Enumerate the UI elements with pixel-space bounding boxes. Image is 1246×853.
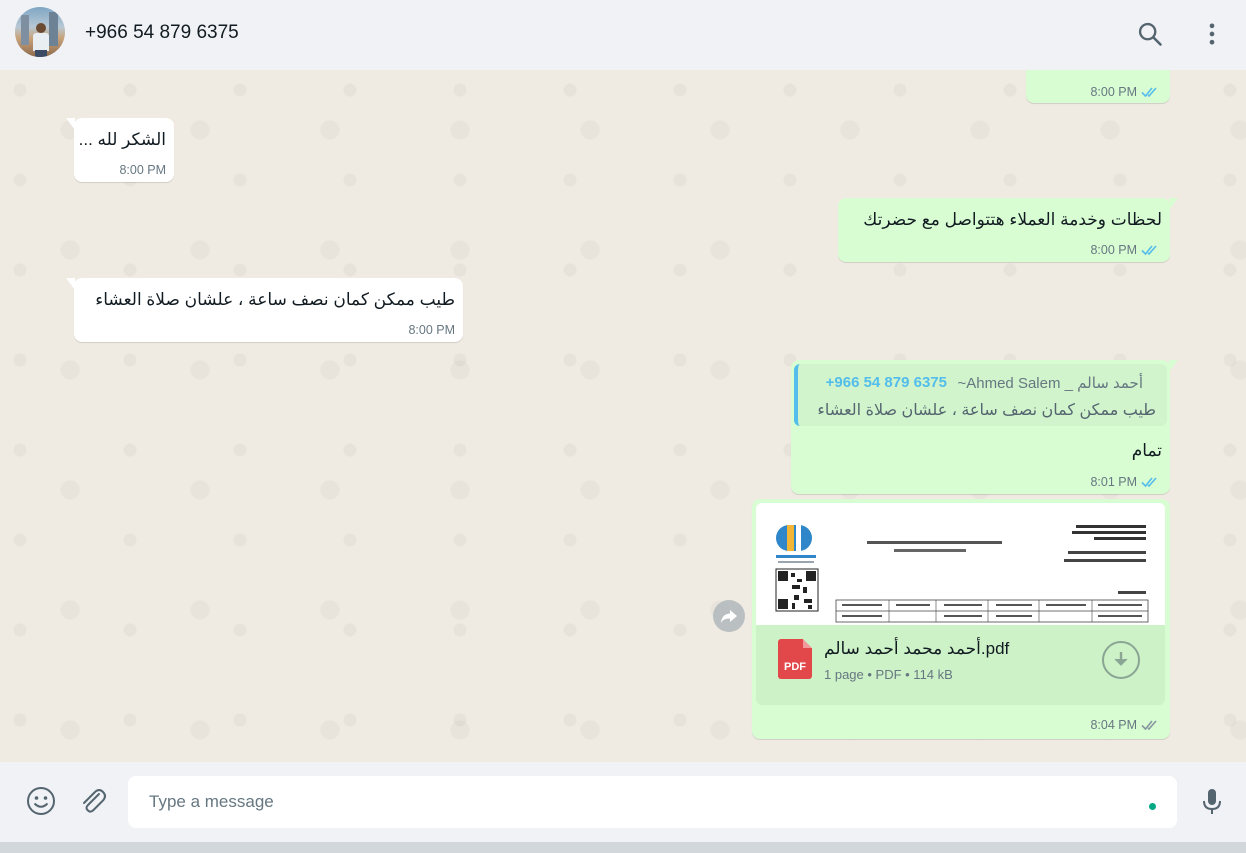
message-text: الشكر لله ... — [78, 130, 166, 149]
pdf-file-icon: PDF — [778, 639, 812, 679]
document-name: أحمد محمد أحمد سالم.pdf — [824, 639, 1010, 658]
download-icon — [1114, 652, 1128, 666]
contact-name[interactable]: +966 54 879 6375 — [85, 22, 239, 44]
contact-avatar[interactable] — [15, 7, 65, 57]
microphone-icon[interactable] — [1196, 785, 1228, 817]
download-button[interactable] — [1102, 641, 1140, 679]
message-time: 8:00 PM — [408, 323, 455, 337]
quote-phone: +966 54 879 6375 — [825, 374, 947, 391]
message-bubble-incoming[interactable]: طيب ممكن كمان نصف ساعة ، علشان صلاة العش… — [66, 278, 463, 342]
document-preview-image — [756, 503, 1165, 625]
message-bubble-incoming[interactable]: الشكر لله ... 8:00 PM — [66, 118, 174, 182]
read-ticks-icon — [1141, 477, 1157, 488]
message-time: 8:00 PM — [1090, 85, 1137, 99]
message-time: 8:00 PM — [119, 163, 166, 177]
message-bubble-outgoing[interactable]: +966 54 879 6375 ~Ahmed Salem _ أحمد سال… — [791, 360, 1178, 494]
forward-button[interactable] — [713, 600, 745, 632]
message-bubble-outgoing[interactable]: لحظات وخدمة العملاء هتتواصل مع حضرتك 8:0… — [838, 198, 1178, 262]
search-icon[interactable] — [1136, 20, 1164, 48]
message-text: طيب ممكن كمان نصف ساعة ، علشان صلاة العش… — [95, 290, 455, 309]
input-status-dot — [1149, 803, 1156, 810]
document-info-bar[interactable]: PDF أحمد محمد أحمد سالم.pdf 1 page • PDF… — [756, 625, 1165, 705]
document-preview[interactable] — [756, 503, 1165, 625]
message-text: لحظات وخدمة العملاء هتتواصل مع حضرتك — [863, 210, 1162, 229]
forward-icon — [721, 610, 737, 623]
bottom-strip — [0, 842, 1246, 853]
message-text: تمام — [1131, 441, 1162, 460]
message-time: 8:00 PM — [1090, 243, 1137, 257]
chat-header: +966 54 879 6375 — [0, 0, 1246, 70]
message-time: 8:04 PM — [1090, 718, 1137, 732]
message-input[interactable] — [128, 776, 1177, 828]
menu-icon[interactable] — [1198, 20, 1226, 48]
quote-text: طيب ممكن كمان نصف ساعة ، علشان صلاة العش… — [817, 402, 1156, 419]
quoted-message[interactable]: +966 54 879 6375 ~Ahmed Salem _ أحمد سال… — [794, 364, 1167, 426]
message-bubble-outgoing[interactable]: 8:00 PM — [1026, 70, 1170, 103]
message-time: 8:01 PM — [1090, 475, 1137, 489]
emoji-icon[interactable] — [25, 785, 57, 817]
message-bubble-document[interactable]: PDF أحمد محمد أحمد سالم.pdf 1 page • PDF… — [752, 499, 1170, 739]
quote-author: ~Ahmed Salem _ أحمد سالم — [957, 375, 1143, 392]
message-list[interactable]: 8:00 PM الشكر لله ... 8:00 PM لحظات وخدم… — [0, 70, 1246, 762]
document-info: 1 page • PDF • 114 kB — [824, 667, 953, 682]
read-ticks-icon — [1141, 87, 1157, 98]
delivered-ticks-icon — [1141, 720, 1157, 731]
attach-icon[interactable] — [77, 785, 109, 817]
read-ticks-icon — [1141, 245, 1157, 256]
composer-bar — [0, 762, 1246, 842]
